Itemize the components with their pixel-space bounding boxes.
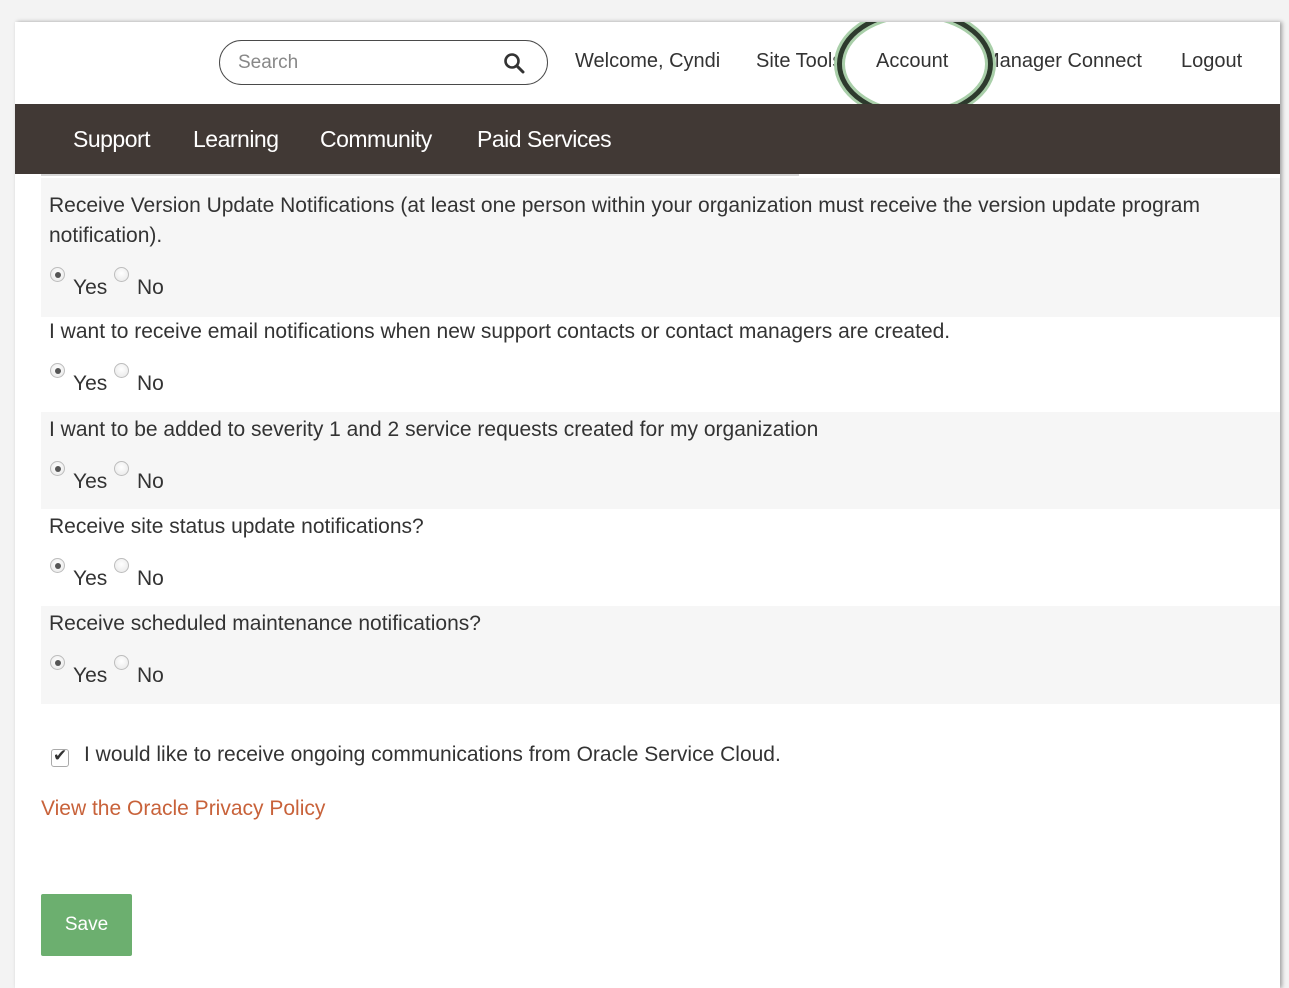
nav-item-support[interactable]: Support: [73, 126, 151, 153]
preference-severity-requests: I want to be added to severity 1 and 2 s…: [41, 412, 1280, 509]
radio-yes-label: Yes: [73, 470, 108, 493]
main-nav: Support Learning Community Paid Services: [15, 104, 1280, 174]
radio-no[interactable]: [114, 655, 129, 670]
privacy-policy-link[interactable]: View the Oracle Privacy Policy: [41, 797, 325, 821]
welcome-text: Welcome, Cyndi: [575, 50, 721, 72]
search-input[interactable]: [238, 50, 498, 76]
preference-question: Receive scheduled maintenance notificati…: [49, 612, 481, 635]
radio-no-label: No: [137, 372, 164, 395]
radio-no-label: No: [137, 276, 164, 299]
preference-version-updates: Receive Version Update Notifications (at…: [41, 178, 1280, 317]
radio-yes[interactable]: [50, 461, 65, 476]
page: Welcome, Cyndi Site Tools Manager Connec…: [15, 22, 1280, 988]
search-box[interactable]: [219, 40, 548, 85]
communications-label: I would like to receive ongoing communic…: [84, 743, 781, 766]
radio-yes[interactable]: [50, 655, 65, 670]
radio-yes[interactable]: [50, 558, 65, 573]
preference-site-status: Receive site status update notifications…: [41, 509, 1280, 606]
nav-item-community[interactable]: Community: [320, 126, 432, 153]
radio-no-label: No: [137, 470, 164, 493]
search-icon[interactable]: [503, 52, 525, 74]
preference-question: I want to be added to severity 1 and 2 s…: [49, 418, 819, 441]
radio-yes[interactable]: [50, 267, 65, 282]
radio-no-label: No: [137, 567, 164, 590]
nav-item-learning[interactable]: Learning: [193, 126, 279, 153]
radio-yes[interactable]: [50, 363, 65, 378]
radio-yes-label: Yes: [73, 567, 108, 590]
radio-yes-label: Yes: [73, 372, 108, 395]
communications-checkbox[interactable]: ✔: [51, 746, 69, 767]
utility-bar: Welcome, Cyndi Site Tools Manager Connec…: [15, 22, 1280, 118]
account-link[interactable]: Account: [876, 50, 948, 73]
manager-connect-link[interactable]: Manager Connect: [983, 50, 1142, 73]
radio-no-label: No: [137, 664, 164, 687]
preference-question: Receive Version Update Notifications (at…: [49, 194, 1200, 247]
radio-no[interactable]: [114, 558, 129, 573]
preference-new-contacts: I want to receive email notifications wh…: [41, 317, 1280, 414]
nav-item-paid-services[interactable]: Paid Services: [477, 126, 612, 153]
preference-question: Receive site status update notifications…: [49, 515, 424, 538]
divider: [41, 174, 799, 176]
radio-yes-label: Yes: [73, 276, 108, 299]
radio-yes-label: Yes: [73, 664, 108, 687]
save-button[interactable]: Save: [41, 894, 132, 956]
logout-link[interactable]: Logout: [1181, 50, 1242, 73]
radio-no[interactable]: [114, 267, 129, 282]
preference-scheduled-maintenance: Receive scheduled maintenance notificati…: [41, 606, 1280, 704]
site-tools-link[interactable]: Site Tools: [756, 50, 842, 73]
radio-no[interactable]: [114, 461, 129, 476]
preference-question: I want to receive email notifications wh…: [49, 320, 951, 343]
checkmark-icon: ✔: [53, 746, 68, 766]
radio-no[interactable]: [114, 363, 129, 378]
